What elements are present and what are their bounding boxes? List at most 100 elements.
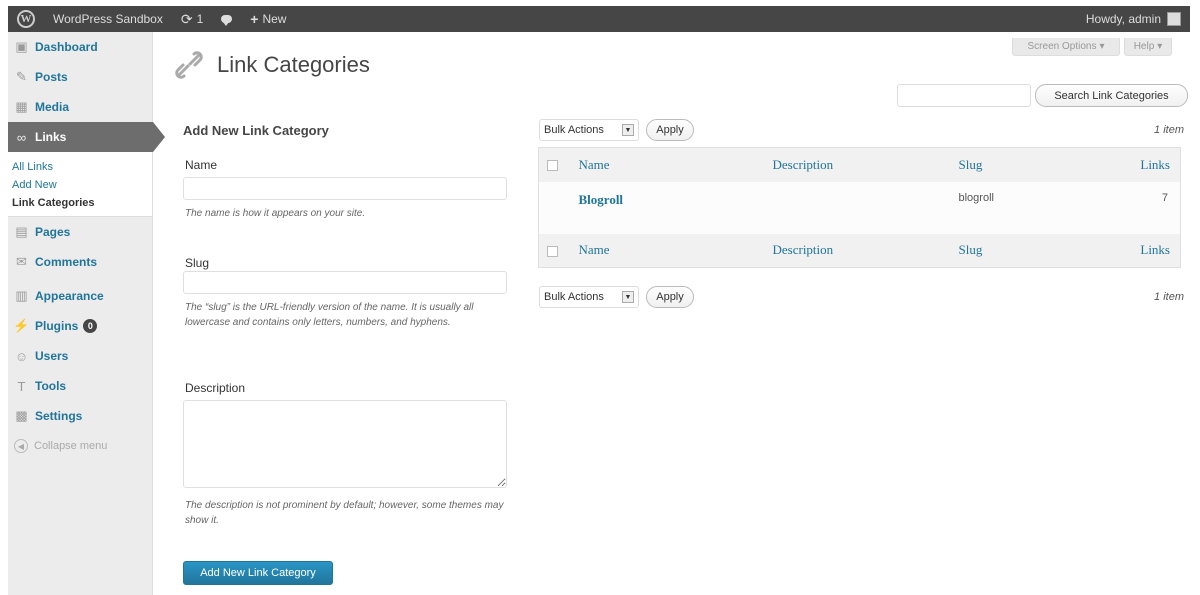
name-label: Name [185, 158, 218, 172]
users-icon: ☺ [14, 348, 29, 364]
bulk-actions-select-top[interactable]: Bulk Actions ▼ [539, 119, 639, 141]
row-name-cell: Blogroll [570, 181, 765, 234]
table-header-row: Name Description Slug Links [538, 147, 1181, 182]
table-footer-row: Name Description Slug Links [538, 233, 1181, 268]
collapse-menu-button[interactable]: ◀ Collapse menu [8, 431, 152, 453]
chevron-down-icon: ▾ [1157, 41, 1163, 52]
pin-icon: ✎ [16, 69, 27, 84]
sidebar-item-label: Posts [35, 70, 68, 84]
items-count-bottom: 1 item [1154, 291, 1184, 303]
column-header-slug[interactable]: Slug [950, 147, 1117, 182]
select-all-checkbox-footer[interactable] [547, 245, 558, 257]
link-icon: ∞ [16, 129, 27, 145]
link-categories-table: Name Description Slug Links Blogroll blo… [538, 147, 1181, 268]
plugins-update-badge: 0 [83, 319, 98, 333]
new-label: New [262, 12, 287, 26]
select-all-cell [538, 147, 571, 182]
admin-sidebar: ▣ Dashboard ✎ Posts ▦ Media ∞ Links All … [8, 32, 165, 595]
slug-label: Slug [185, 256, 210, 270]
site-name-link[interactable]: WordPress Sandbox [44, 6, 172, 32]
screen-options-button[interactable]: Screen Options ▾ [1012, 38, 1120, 56]
name-field[interactable] [183, 177, 507, 200]
description-hint: The description is not prominent by defa… [185, 500, 504, 526]
chevron-down-icon: ▼ [622, 291, 634, 303]
comment-bubble-icon [221, 15, 233, 26]
search-input[interactable] [897, 84, 1031, 107]
column-header-name[interactable]: Name [570, 147, 765, 182]
apply-button-bottom[interactable]: Apply [646, 286, 694, 308]
bulk-actions-label: Bulk Actions [544, 124, 604, 136]
table-row: Blogroll blogroll 7 [538, 181, 1181, 234]
page-icon: ▤ [15, 224, 28, 239]
row-description-cell [764, 181, 951, 234]
column-footer-description[interactable]: Description [764, 233, 951, 268]
name-hint: The name is how it appears on your site. [185, 208, 366, 219]
sidebar-item-settings[interactable]: ▩ Settings [8, 401, 152, 431]
appearance-icon: ▥ [15, 288, 28, 303]
admin-bar: W WordPress Sandbox ⟳ 1 + New Howdy, adm… [8, 6, 1190, 32]
updates-count: 1 [196, 12, 204, 26]
chevron-down-icon: ▼ [622, 124, 634, 136]
updates-link[interactable]: ⟳ 1 [172, 6, 212, 32]
bulk-actions-label: Bulk Actions [544, 291, 604, 303]
sidebar-item-label: Appearance [35, 289, 104, 303]
select-all-checkbox[interactable] [547, 160, 558, 172]
plus-icon: + [250, 11, 259, 27]
column-header-links[interactable]: Links [1116, 147, 1181, 182]
column-footer-slug[interactable]: Slug [950, 233, 1117, 268]
tools-icon: T [17, 378, 26, 394]
apply-button-top[interactable]: Apply [646, 119, 694, 141]
slug-field[interactable] [183, 271, 507, 294]
sidebar-item-label: Settings [35, 409, 83, 423]
page-title: Link Categories [217, 52, 370, 77]
settings-icon: ▩ [15, 408, 28, 423]
column-header-description[interactable]: Description [764, 147, 951, 182]
sidebar-item-media[interactable]: ▦ Media [8, 92, 152, 122]
sidebar-item-appearance[interactable]: ▥ Appearance [8, 281, 152, 311]
chevron-down-icon: ▾ [1099, 41, 1105, 52]
row-checkbox-cell [538, 181, 571, 234]
media-icon: ▦ [15, 99, 28, 114]
submenu-add-new[interactable]: Add New [8, 176, 152, 194]
search-link-categories-button[interactable]: Search Link Categories [1035, 84, 1188, 107]
items-count-top: 1 item [1154, 124, 1184, 136]
sidebar-item-label: Pages [35, 225, 71, 239]
dashboard-icon: ▣ [15, 39, 28, 54]
slug-hint: The “slug” is the URL-friendly version o… [185, 302, 474, 328]
greeting-text: Howdy, admin [1085, 12, 1161, 26]
sidebar-item-label: Comments [35, 255, 98, 269]
sidebar-item-label: Dashboard [35, 40, 98, 54]
avatar [1167, 12, 1181, 26]
help-label: Help [1133, 41, 1155, 52]
sidebar-item-posts[interactable]: ✎ Posts [8, 62, 152, 92]
sidebar-item-dashboard[interactable]: ▣ Dashboard [8, 32, 152, 62]
submenu-all-links[interactable]: All Links [8, 158, 152, 176]
links-submenu: All Links Add New Link Categories [8, 152, 152, 217]
link-categories-page-icon [175, 51, 203, 79]
bulk-actions-select-bottom[interactable]: Bulk Actions ▼ [539, 286, 639, 308]
submenu-link-categories[interactable]: Link Categories [8, 194, 152, 212]
new-content-link[interactable]: + New [241, 6, 295, 32]
add-new-link-category-button[interactable]: Add New Link Category [183, 561, 333, 585]
help-button[interactable]: Help ▾ [1124, 38, 1172, 56]
row-name-link[interactable]: Blogroll [579, 192, 624, 207]
sidebar-item-tools[interactable]: T Tools [8, 371, 152, 401]
sidebar-item-links[interactable]: ∞ Links [8, 122, 165, 152]
sidebar-item-label: Links [35, 130, 67, 144]
column-footer-name[interactable]: Name [570, 233, 765, 268]
account-menu[interactable]: Howdy, admin [1077, 6, 1190, 32]
column-footer-links[interactable]: Links [1116, 233, 1181, 268]
description-field[interactable] [183, 400, 507, 488]
add-form-heading: Add New Link Category [183, 123, 329, 138]
sidebar-item-label: Plugins [35, 319, 79, 333]
row-links-count[interactable]: 7 [1116, 181, 1181, 234]
sidebar-item-pages[interactable]: ▤ Pages [8, 217, 152, 247]
sidebar-item-plugins[interactable]: ⚡ Plugins 0 [8, 311, 152, 341]
comments-link[interactable] [212, 6, 241, 32]
plugin-icon: ⚡ [13, 318, 30, 333]
sidebar-item-users[interactable]: ☺ Users [8, 341, 152, 371]
refresh-icon: ⟳ [180, 10, 193, 27]
sidebar-item-comments[interactable]: ✉ Comments [8, 247, 152, 277]
comment-icon: ✉ [16, 254, 27, 269]
wp-logo-menu[interactable]: W [8, 6, 44, 32]
